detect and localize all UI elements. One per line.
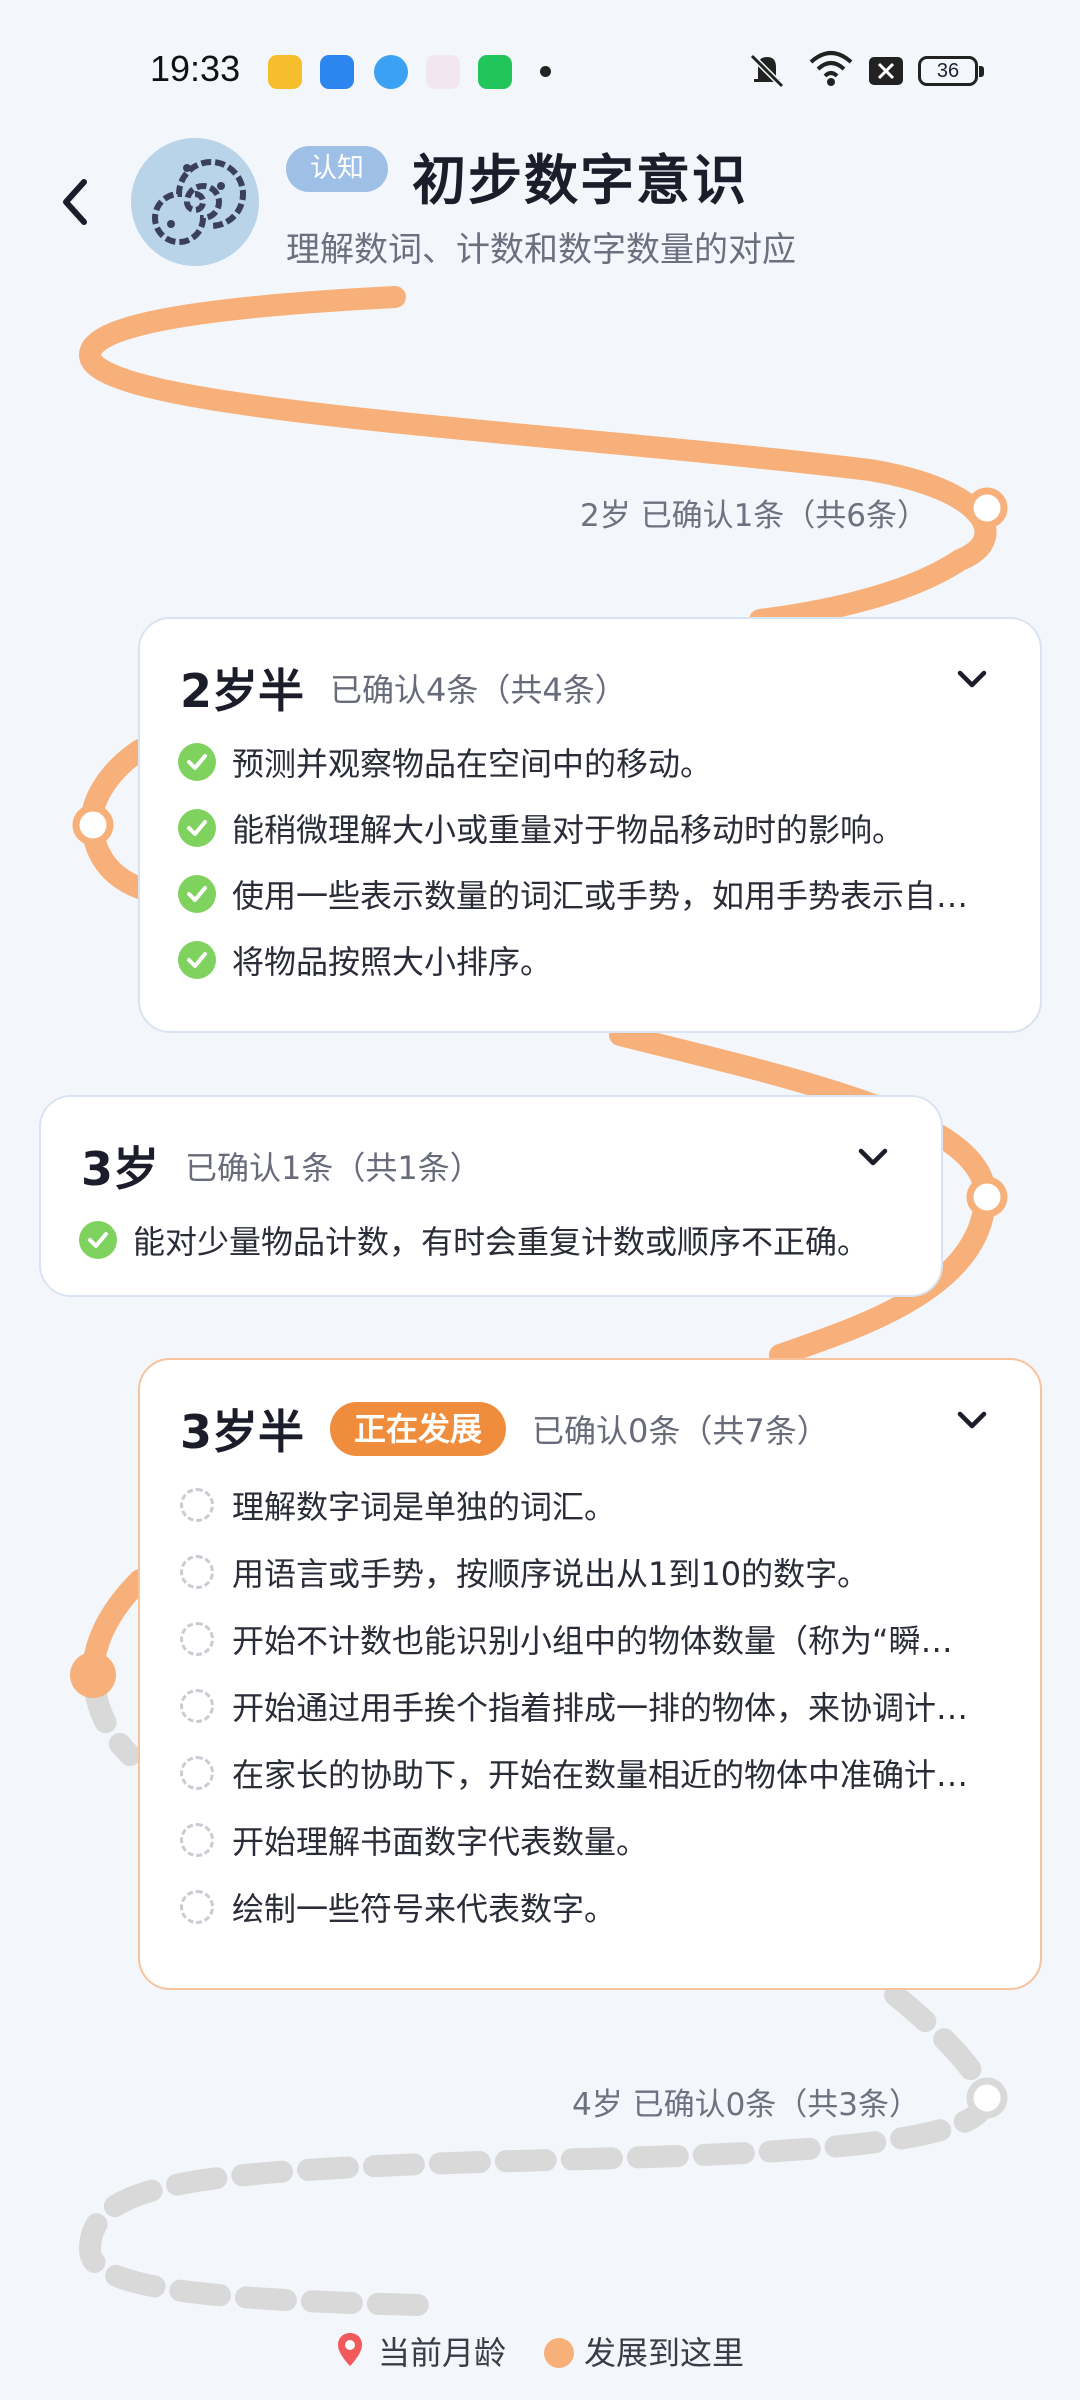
current-node (70, 1652, 116, 1698)
age-card-3-5[interactable]: 3岁半 正在发展 已确认0条（共7条） 理解数字词是单独的词汇。 用语言或手势，… (138, 1358, 1042, 1990)
status-bar: 19:33 36 (0, 0, 1080, 140)
list-item[interactable]: 用语言或手势，按顺序说出从1到10的数字。 (178, 1549, 1008, 1595)
spiral-icon (131, 138, 259, 266)
pending-circle-icon (180, 1890, 214, 1924)
books-app-icon (268, 55, 302, 89)
legend-dot-icon (544, 2338, 574, 2368)
list-item: 能稍微理解大小或重量对于物品移动时的影响。 (178, 805, 1008, 851)
item-text: 绘制一些符号来代表数字。 (232, 1890, 617, 1928)
card-age: 3岁 (81, 1142, 160, 1196)
category-illustration (131, 138, 259, 266)
battery-icon: 36 (918, 56, 984, 86)
category-tag: 认知 (286, 146, 388, 192)
pending-circle-icon (180, 1823, 214, 1857)
card-count: 已确认4条（共4条） (330, 671, 627, 709)
list-item: 能对少量物品计数，有时会重复计数或顺序不正确。 (79, 1217, 909, 1263)
item-text: 使用一些表示数量的词汇或手势，如用手势表示自… (232, 877, 969, 915)
browser-app-icon (374, 55, 408, 89)
legend: 当前月龄 发展到这里 (0, 2328, 1080, 2378)
list-item: 预测并观察物品在空间中的移动。 (178, 739, 1008, 785)
chevron-down-icon[interactable] (952, 1404, 992, 1438)
check-icon (178, 875, 216, 913)
store-app-icon (478, 55, 512, 89)
chevron-down-icon[interactable] (853, 1141, 893, 1175)
item-text: 理解数字词是单独的词汇。 (232, 1488, 617, 1526)
age-card-3[interactable]: 3岁 已确认1条（共1条） 能对少量物品计数，有时会重复计数或顺序不正确。 (39, 1095, 943, 1297)
list-item[interactable]: 开始通过用手挨个指着排成一排的物体，来协调计… (178, 1683, 1008, 1729)
legend-developed: 发展到这里 (584, 2334, 745, 2372)
item-text: 在家长的协助下，开始在数量相近的物体中准确计… (232, 1756, 969, 1794)
pending-circle-icon (180, 1756, 214, 1790)
status-time: 19:33 (150, 48, 241, 89)
milestone-node (72, 804, 114, 846)
check-icon (178, 809, 216, 847)
pending-circle-icon (180, 1622, 214, 1656)
item-text: 开始不计数也能识别小组中的物体数量（称为“瞬… (232, 1622, 953, 1660)
chevron-down-icon[interactable] (952, 663, 992, 697)
milestone-node (966, 1176, 1008, 1218)
card-count: 已确认1条（共1条） (185, 1149, 482, 1187)
check-icon (79, 1221, 117, 1259)
card-age: 2岁半 (180, 664, 305, 718)
item-text: 预测并观察物品在空间中的移动。 (232, 745, 713, 783)
card-age: 3岁半 (180, 1405, 305, 1459)
item-text: 用语言或手势，按顺序说出从1到10的数字。 (232, 1555, 870, 1593)
page-title: 初步数字意识 (412, 149, 748, 212)
age-card-2-5[interactable]: 2岁半 已确认4条（共4条） 预测并观察物品在空间中的移动。 能稍微理解大小或重… (138, 617, 1042, 1033)
pending-circle-icon (180, 1488, 214, 1522)
list-item[interactable]: 开始不计数也能识别小组中的物体数量（称为“瞬… (178, 1616, 1008, 1662)
path-future (78, 1984, 997, 2316)
check-icon (178, 941, 216, 979)
list-item[interactable]: 在家长的协助下，开始在数量相近的物体中准确计… (178, 1750, 1008, 1796)
milestone-2y-label[interactable]: 2岁 已确认1条（共6条） (580, 490, 928, 535)
milestone-4y-label[interactable]: 4岁 已确认0条（共3条） (572, 2079, 920, 2124)
developing-badge: 正在发展 (330, 1402, 507, 1456)
wifi-icon (809, 51, 853, 86)
list-item[interactable]: 理解数字词是单独的词汇。 (178, 1482, 1008, 1528)
milestone-node (966, 487, 1008, 529)
check-icon (178, 743, 216, 781)
path-future (84, 1679, 141, 1766)
list-item[interactable]: 开始理解书面数字代表数量。 (178, 1817, 1008, 1863)
list-item: 将物品按照大小排序。 (178, 937, 1008, 983)
list-item[interactable]: 绘制一些符号来代表数字。 (178, 1884, 1008, 1930)
notification-dot-icon (540, 66, 551, 77)
list-item: 使用一些表示数量的词汇或手势，如用手势表示自… (178, 871, 1008, 917)
item-text: 能对少量物品计数，有时会重复计数或顺序不正确。 (133, 1223, 870, 1261)
location-pin-icon (338, 2333, 362, 2366)
item-text: 开始理解书面数字代表数量。 (232, 1823, 649, 1861)
path-segment (78, 286, 997, 631)
pending-circle-icon (180, 1689, 214, 1723)
page-subtitle: 理解数词、计数和数字数量的对应 (286, 230, 796, 270)
calendar-app-icon (320, 55, 354, 89)
gallery-app-icon (426, 55, 460, 89)
legend-current-age: 当前月龄 (378, 2334, 507, 2372)
card-count: 已确认0条（共7条） (532, 1412, 829, 1450)
item-text: 将物品按照大小排序。 (232, 943, 553, 981)
item-text: 开始通过用手挨个指着排成一排的物体，来协调计… (232, 1689, 969, 1727)
pending-circle-icon (180, 1555, 214, 1589)
mute-icon (749, 53, 785, 89)
item-text: 能稍微理解大小或重量对于物品移动时的影响。 (232, 811, 905, 849)
no-sim-icon (869, 57, 903, 85)
back-icon[interactable] (56, 172, 96, 232)
milestone-node (966, 2077, 1008, 2119)
